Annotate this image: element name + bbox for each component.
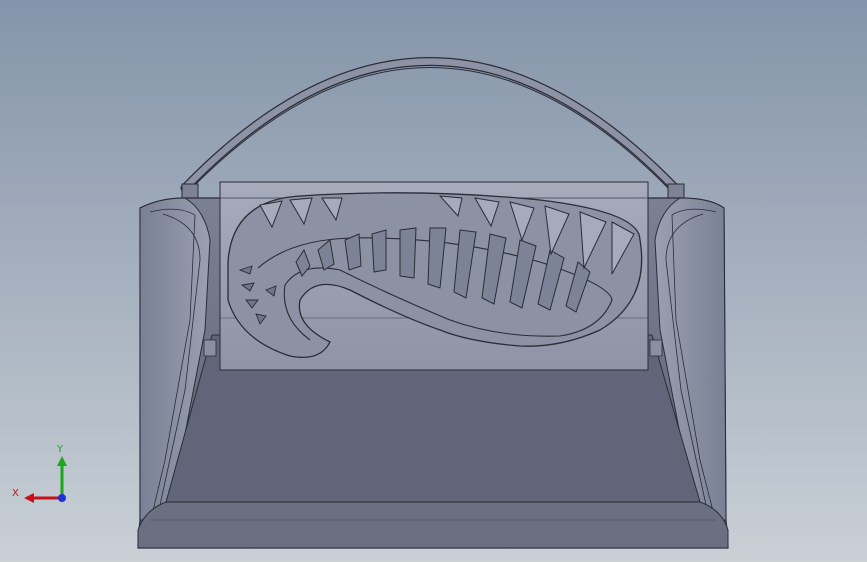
handbag-3d-model[interactable] (0, 0, 867, 562)
x-axis-arrow-head (24, 493, 34, 503)
x-axis-label: X (12, 488, 19, 499)
orientation-triad: Y X (12, 444, 67, 503)
y-axis-arrow-head (57, 456, 67, 466)
handle[interactable] (180, 57, 685, 201)
y-axis-label: Y (56, 444, 64, 455)
z-axis-dot (58, 494, 66, 502)
3d-viewport[interactable]: Y X (0, 0, 867, 562)
triad-plane (38, 479, 62, 498)
